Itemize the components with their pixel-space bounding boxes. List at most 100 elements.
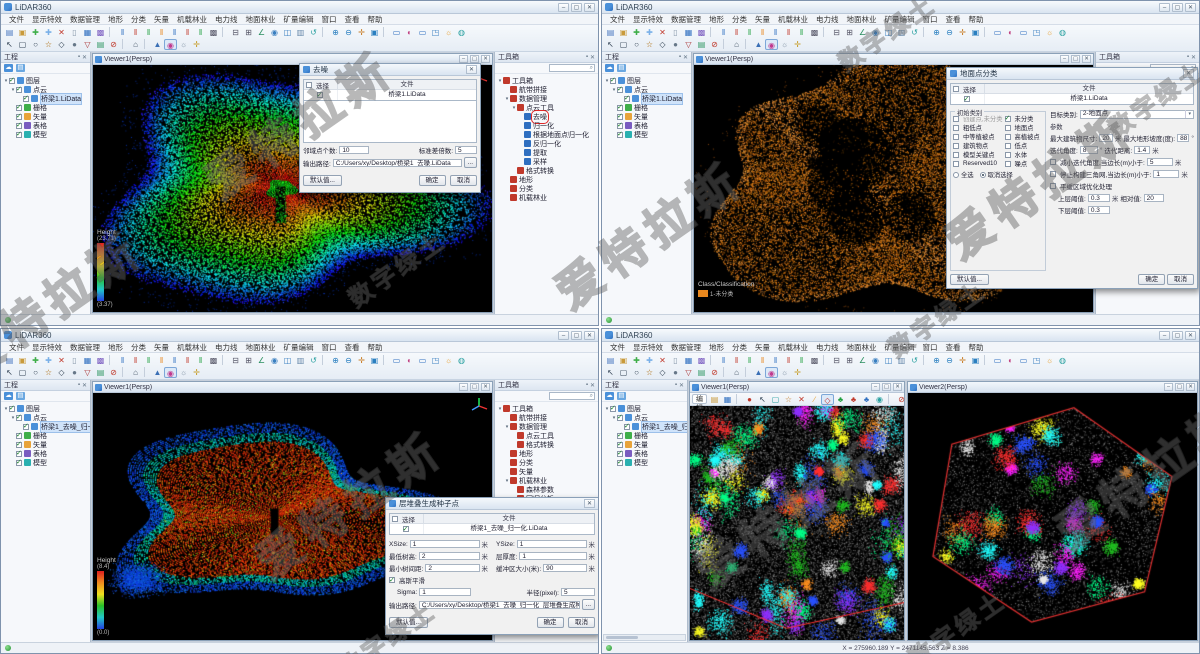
title-bar[interactable]: LiDAR360 –▢✕ — [1, 1, 598, 14]
settings-icon[interactable]: ☼ — [442, 27, 455, 38]
cancel-select-icon[interactable]: ⊘ — [708, 39, 721, 50]
tree-checkbox[interactable] — [16, 123, 22, 129]
select-sphere-icon[interactable]: ● — [68, 39, 81, 50]
settings-icon[interactable]: ☼ — [1043, 355, 1056, 366]
window-cascade-icon[interactable]: ▥ — [895, 27, 908, 38]
sparkle-icon[interactable]: ✛ — [190, 39, 203, 50]
ysize-input[interactable]: 1 — [517, 540, 587, 548]
display-by-height-icon[interactable]: ‖ — [116, 355, 129, 366]
cross-section-icon[interactable]: ⊞ — [242, 355, 255, 366]
window-tile-icon[interactable]: ◫ — [281, 355, 294, 366]
display-by-blend-icon[interactable]: ‖ — [194, 27, 207, 38]
radius-input[interactable]: 5 — [561, 588, 595, 596]
select-point-icon[interactable]: ↖ — [3, 39, 16, 50]
profile-tool-icon[interactable]: ⊟ — [830, 27, 843, 38]
maximize-button[interactable]: ▢ — [1172, 3, 1183, 12]
tree-checkbox[interactable] — [617, 87, 623, 93]
select-lasso-icon[interactable]: ☆ — [643, 39, 656, 50]
close-button[interactable]: ✕ — [584, 331, 595, 340]
viewer-minimize-button[interactable]: – — [1164, 383, 1173, 391]
tree-checkbox[interactable] — [16, 114, 22, 120]
sigma-input[interactable]: 1 — [419, 588, 471, 596]
menu-item-12[interactable]: 帮助 — [965, 14, 988, 25]
class-checkbox-row[interactable]: 未分类 — [1005, 114, 1043, 123]
cancel-select-icon[interactable]: ⊘ — [107, 367, 120, 378]
monitor2-icon[interactable]: ▭ — [416, 355, 429, 366]
layer-thickness-input[interactable]: 1 — [519, 552, 586, 560]
select-rect-icon[interactable]: ▢ — [16, 367, 29, 378]
file-checkbox[interactable] — [403, 526, 409, 532]
display-by-return-icon[interactable]: ‖ — [769, 27, 782, 38]
display-by-mix-icon[interactable]: ▩ — [808, 27, 821, 38]
edge-length-input[interactable]: 5 — [1147, 158, 1173, 166]
viewer-close-button[interactable]: ✕ — [1186, 383, 1195, 391]
remove-data-icon[interactable]: ✕ — [656, 355, 669, 366]
select-circle-icon[interactable]: ○ — [630, 39, 643, 50]
tree-checkbox[interactable] — [617, 433, 623, 439]
pan-icon[interactable]: ✛ — [956, 355, 969, 366]
window-cascade-icon[interactable]: ▥ — [895, 355, 908, 366]
display-by-time-icon[interactable]: ‖ — [181, 27, 194, 38]
display-by-height-icon[interactable]: ‖ — [717, 355, 730, 366]
select-point-icon[interactable]: ↖ — [3, 367, 16, 378]
brightness-icon[interactable]: ☼ — [177, 39, 190, 50]
select-polygon-icon[interactable]: ◇ — [656, 39, 669, 50]
merge-data-icon[interactable]: ✚ — [42, 355, 55, 366]
open-folder-icon[interactable]: ▤ — [617, 392, 626, 400]
horizontal-scrollbar[interactable] — [603, 634, 686, 641]
open-folder-icon[interactable]: ▤ — [16, 392, 25, 400]
remove-data-icon[interactable]: ✕ — [55, 355, 68, 366]
browse-button[interactable]: ... — [464, 157, 477, 168]
display-by-intensity-icon[interactable]: ‖ — [730, 27, 743, 38]
display-by-intensity-icon[interactable]: ‖ — [129, 27, 142, 38]
menu-item-3[interactable]: 地形 — [705, 342, 728, 353]
settings-icon[interactable]: ☼ — [1043, 27, 1056, 38]
rgb-render-icon[interactable]: ◉ — [765, 367, 778, 378]
window-tile-icon[interactable]: ◫ — [882, 27, 895, 38]
select-rect-icon[interactable]: ▢ — [617, 367, 630, 378]
display-by-mix-icon[interactable]: ▩ — [808, 355, 821, 366]
class-checkbox-row[interactable]: 噪点 — [1005, 159, 1043, 168]
brightness-icon[interactable]: ☼ — [778, 39, 791, 50]
rgb-render-icon[interactable]: ◉ — [765, 39, 778, 50]
tree-checkbox[interactable] — [610, 406, 616, 412]
dock-float-icon[interactable]: ▪ — [586, 54, 588, 60]
save-icon[interactable]: ▦ — [81, 27, 94, 38]
lasso-select-icon[interactable]: ☆ — [782, 394, 795, 405]
menu-item-11[interactable]: 查看 — [942, 14, 965, 25]
add-tree-icon[interactable]: ♣ — [834, 394, 847, 405]
dock-float-icon[interactable]: ▪ — [679, 54, 681, 60]
minimize-button[interactable]: – — [558, 3, 569, 12]
menu-item-0[interactable]: 文件 — [5, 14, 28, 25]
class-checkbox-row[interactable]: 中等植被点 — [953, 132, 1003, 141]
help-run-icon[interactable]: ◍ — [1056, 27, 1069, 38]
dock-float-icon[interactable]: ▪ — [675, 382, 677, 388]
full-extent-icon[interactable]: ▣ — [368, 355, 381, 366]
sparkle-icon[interactable]: ✛ — [791, 367, 804, 378]
viewer-maximize-button[interactable]: ▢ — [470, 383, 479, 391]
maximize-button[interactable]: ▢ — [571, 331, 582, 340]
viewer-close-button[interactable]: ✕ — [481, 383, 490, 391]
menu-item-6[interactable]: 机载林业 — [774, 14, 812, 25]
menu-item-10[interactable]: 窗口 — [318, 342, 341, 353]
menu-item-9[interactable]: 矿量编辑 — [280, 342, 318, 353]
menu-item-3[interactable]: 地形 — [104, 14, 127, 25]
file-checkbox[interactable] — [317, 92, 323, 98]
pan-icon[interactable]: ✛ — [355, 355, 368, 366]
zoom-in-icon[interactable]: ⊕ — [930, 27, 943, 38]
add-cloud-icon[interactable]: ☁ — [4, 64, 13, 72]
open-project-icon[interactable]: ▤ — [604, 27, 617, 38]
tree-checkbox[interactable] — [624, 424, 630, 430]
display-by-mix-icon[interactable]: ▩ — [207, 27, 220, 38]
measure-icon[interactable]: ∠ — [856, 27, 869, 38]
save-icon[interactable]: ▦ — [81, 355, 94, 366]
menu-item-5[interactable]: 矢量 — [150, 342, 173, 353]
profile-tool-icon[interactable]: ⊟ — [229, 27, 242, 38]
close-button[interactable]: ✕ — [1185, 3, 1196, 12]
select-polygon-icon[interactable]: ◇ — [656, 367, 669, 378]
select-all-checkbox[interactable] — [392, 516, 398, 522]
menu-item-7[interactable]: 电力线 — [211, 14, 242, 25]
save-icon[interactable]: ▦ — [682, 27, 695, 38]
sparkle-icon[interactable]: ✛ — [190, 367, 203, 378]
zoom-out-icon[interactable]: ⊖ — [943, 355, 956, 366]
